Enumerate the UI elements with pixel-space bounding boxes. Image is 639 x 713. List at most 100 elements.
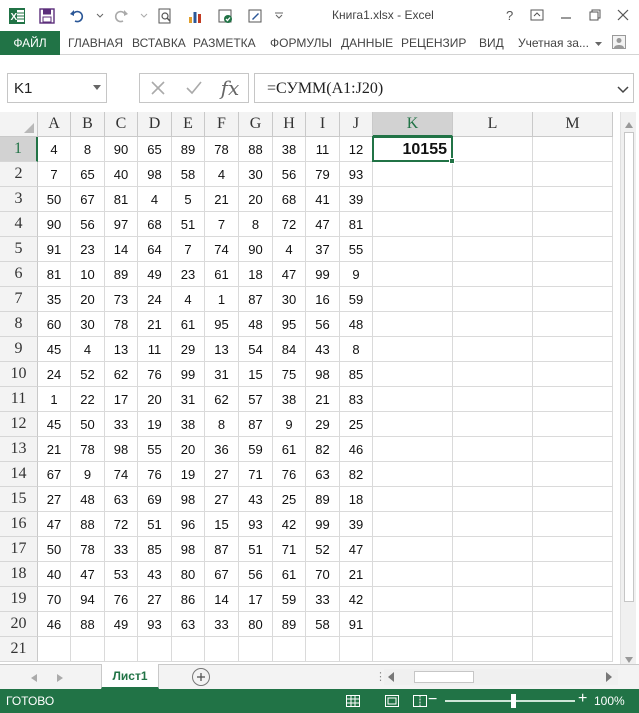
cell-m16[interactable] <box>533 512 613 537</box>
cell-g16[interactable]: 93 <box>239 512 273 537</box>
cell-b12[interactable]: 50 <box>71 412 105 437</box>
tab-data[interactable]: ДАННЫЕ <box>341 31 393 55</box>
active-cell-k1[interactable]: 10155 <box>372 136 455 164</box>
new-sheet-button[interactable] <box>192 668 210 686</box>
cell-c6[interactable]: 89 <box>105 262 138 287</box>
cell-i3[interactable]: 41 <box>306 187 340 212</box>
cell-j6[interactable]: 9 <box>340 262 373 287</box>
column-header-b[interactable]: B <box>71 112 105 137</box>
column-header-l[interactable]: L <box>453 112 533 137</box>
cell-b2[interactable]: 65 <box>71 162 105 187</box>
cell-g12[interactable]: 87 <box>239 412 273 437</box>
tab-page-layout[interactable]: РАЗМЕТКА <box>193 31 256 55</box>
cell-f16[interactable]: 15 <box>205 512 239 537</box>
cell-j18[interactable]: 21 <box>340 562 373 587</box>
redo-icon[interactable] <box>110 5 132 27</box>
cell-h17[interactable]: 71 <box>273 537 306 562</box>
cell-d11[interactable]: 20 <box>138 387 172 412</box>
column-header-h[interactable]: H <box>273 112 306 137</box>
cell-c12[interactable]: 33 <box>105 412 138 437</box>
cell-g9[interactable]: 54 <box>239 337 273 362</box>
cell-f6[interactable]: 61 <box>205 262 239 287</box>
cell-j1[interactable]: 12 <box>340 137 373 162</box>
cell-g19[interactable]: 17 <box>239 587 273 612</box>
cell-l18[interactable] <box>453 562 533 587</box>
cell-g5[interactable]: 90 <box>239 237 273 262</box>
cell-j21[interactable] <box>340 637 373 662</box>
print-preview-icon[interactable] <box>154 5 176 27</box>
row-header-9[interactable]: 9 <box>0 337 38 362</box>
cell-e16[interactable]: 96 <box>172 512 205 537</box>
cell-i12[interactable]: 29 <box>306 412 340 437</box>
cell-j13[interactable]: 46 <box>340 437 373 462</box>
cell-e6[interactable]: 23 <box>172 262 205 287</box>
cell-m14[interactable] <box>533 462 613 487</box>
cell-a5[interactable]: 91 <box>38 237 71 262</box>
cell-a17[interactable]: 50 <box>38 537 71 562</box>
cell-e20[interactable]: 63 <box>172 612 205 637</box>
cell-a6[interactable]: 81 <box>38 262 71 287</box>
tab-file[interactable]: ФАЙЛ <box>0 31 60 55</box>
insert-function-button[interactable]: fx <box>212 74 248 102</box>
cell-e18[interactable]: 80 <box>172 562 205 587</box>
cell-l6[interactable] <box>453 262 533 287</box>
column-header-c[interactable]: C <box>105 112 138 137</box>
cell-i8[interactable]: 56 <box>306 312 340 337</box>
cell-e21[interactable] <box>172 637 205 662</box>
cell-m12[interactable] <box>533 412 613 437</box>
cell-f7[interactable]: 1 <box>205 287 239 312</box>
cell-b1[interactable]: 8 <box>71 137 105 162</box>
cell-c19[interactable]: 76 <box>105 587 138 612</box>
cell-g13[interactable]: 59 <box>239 437 273 462</box>
row-header-14[interactable]: 14 <box>0 462 38 487</box>
cell-f5[interactable]: 74 <box>205 237 239 262</box>
cell-k12[interactable] <box>373 412 453 437</box>
excel-logo-icon[interactable]: X <box>6 5 28 27</box>
cell-l16[interactable] <box>453 512 533 537</box>
cell-a2[interactable]: 7 <box>38 162 71 187</box>
redo-dropdown-icon[interactable] <box>140 5 148 27</box>
tab-formulas[interactable]: ФОРМУЛЫ <box>270 31 332 55</box>
undo-icon[interactable] <box>66 5 88 27</box>
cell-f17[interactable]: 87 <box>205 537 239 562</box>
cell-i9[interactable]: 43 <box>306 337 340 362</box>
column-header-g[interactable]: G <box>239 112 273 137</box>
cell-i21[interactable] <box>306 637 340 662</box>
cell-h7[interactable]: 30 <box>273 287 306 312</box>
cell-d4[interactable]: 68 <box>138 212 172 237</box>
formula-input[interactable]: =СУММ(A1:J20) <box>254 73 634 103</box>
row-header-18[interactable]: 18 <box>0 562 38 587</box>
cell-h12[interactable]: 9 <box>273 412 306 437</box>
cell-j14[interactable]: 82 <box>340 462 373 487</box>
cell-k16[interactable] <box>373 512 453 537</box>
cell-j9[interactable]: 8 <box>340 337 373 362</box>
cell-j17[interactable]: 47 <box>340 537 373 562</box>
cell-j16[interactable]: 39 <box>340 512 373 537</box>
cell-e14[interactable]: 19 <box>172 462 205 487</box>
cell-h15[interactable]: 25 <box>273 487 306 512</box>
cell-h21[interactable] <box>273 637 306 662</box>
cell-l13[interactable] <box>453 437 533 462</box>
row-header-13[interactable]: 13 <box>0 437 38 462</box>
column-header-f[interactable]: F <box>205 112 239 137</box>
cell-k20[interactable] <box>373 612 453 637</box>
close-icon[interactable] <box>611 4 635 26</box>
horizontal-scrollbar[interactable] <box>384 669 618 685</box>
cell-c18[interactable]: 53 <box>105 562 138 587</box>
cell-d3[interactable]: 4 <box>138 187 172 212</box>
cell-l3[interactable] <box>453 187 533 212</box>
cell-h13[interactable]: 61 <box>273 437 306 462</box>
restore-icon[interactable] <box>583 4 607 26</box>
cell-e15[interactable]: 98 <box>172 487 205 512</box>
row-header-2[interactable]: 2 <box>0 162 38 187</box>
cell-g1[interactable]: 88 <box>239 137 273 162</box>
cell-f2[interactable]: 4 <box>205 162 239 187</box>
cell-d7[interactable]: 24 <box>138 287 172 312</box>
cell-g17[interactable]: 51 <box>239 537 273 562</box>
cell-a16[interactable]: 47 <box>38 512 71 537</box>
cell-j11[interactable]: 83 <box>340 387 373 412</box>
cell-h4[interactable]: 72 <box>273 212 306 237</box>
cell-b4[interactable]: 56 <box>71 212 105 237</box>
column-header-a[interactable]: A <box>38 112 71 137</box>
cell-b14[interactable]: 9 <box>71 462 105 487</box>
